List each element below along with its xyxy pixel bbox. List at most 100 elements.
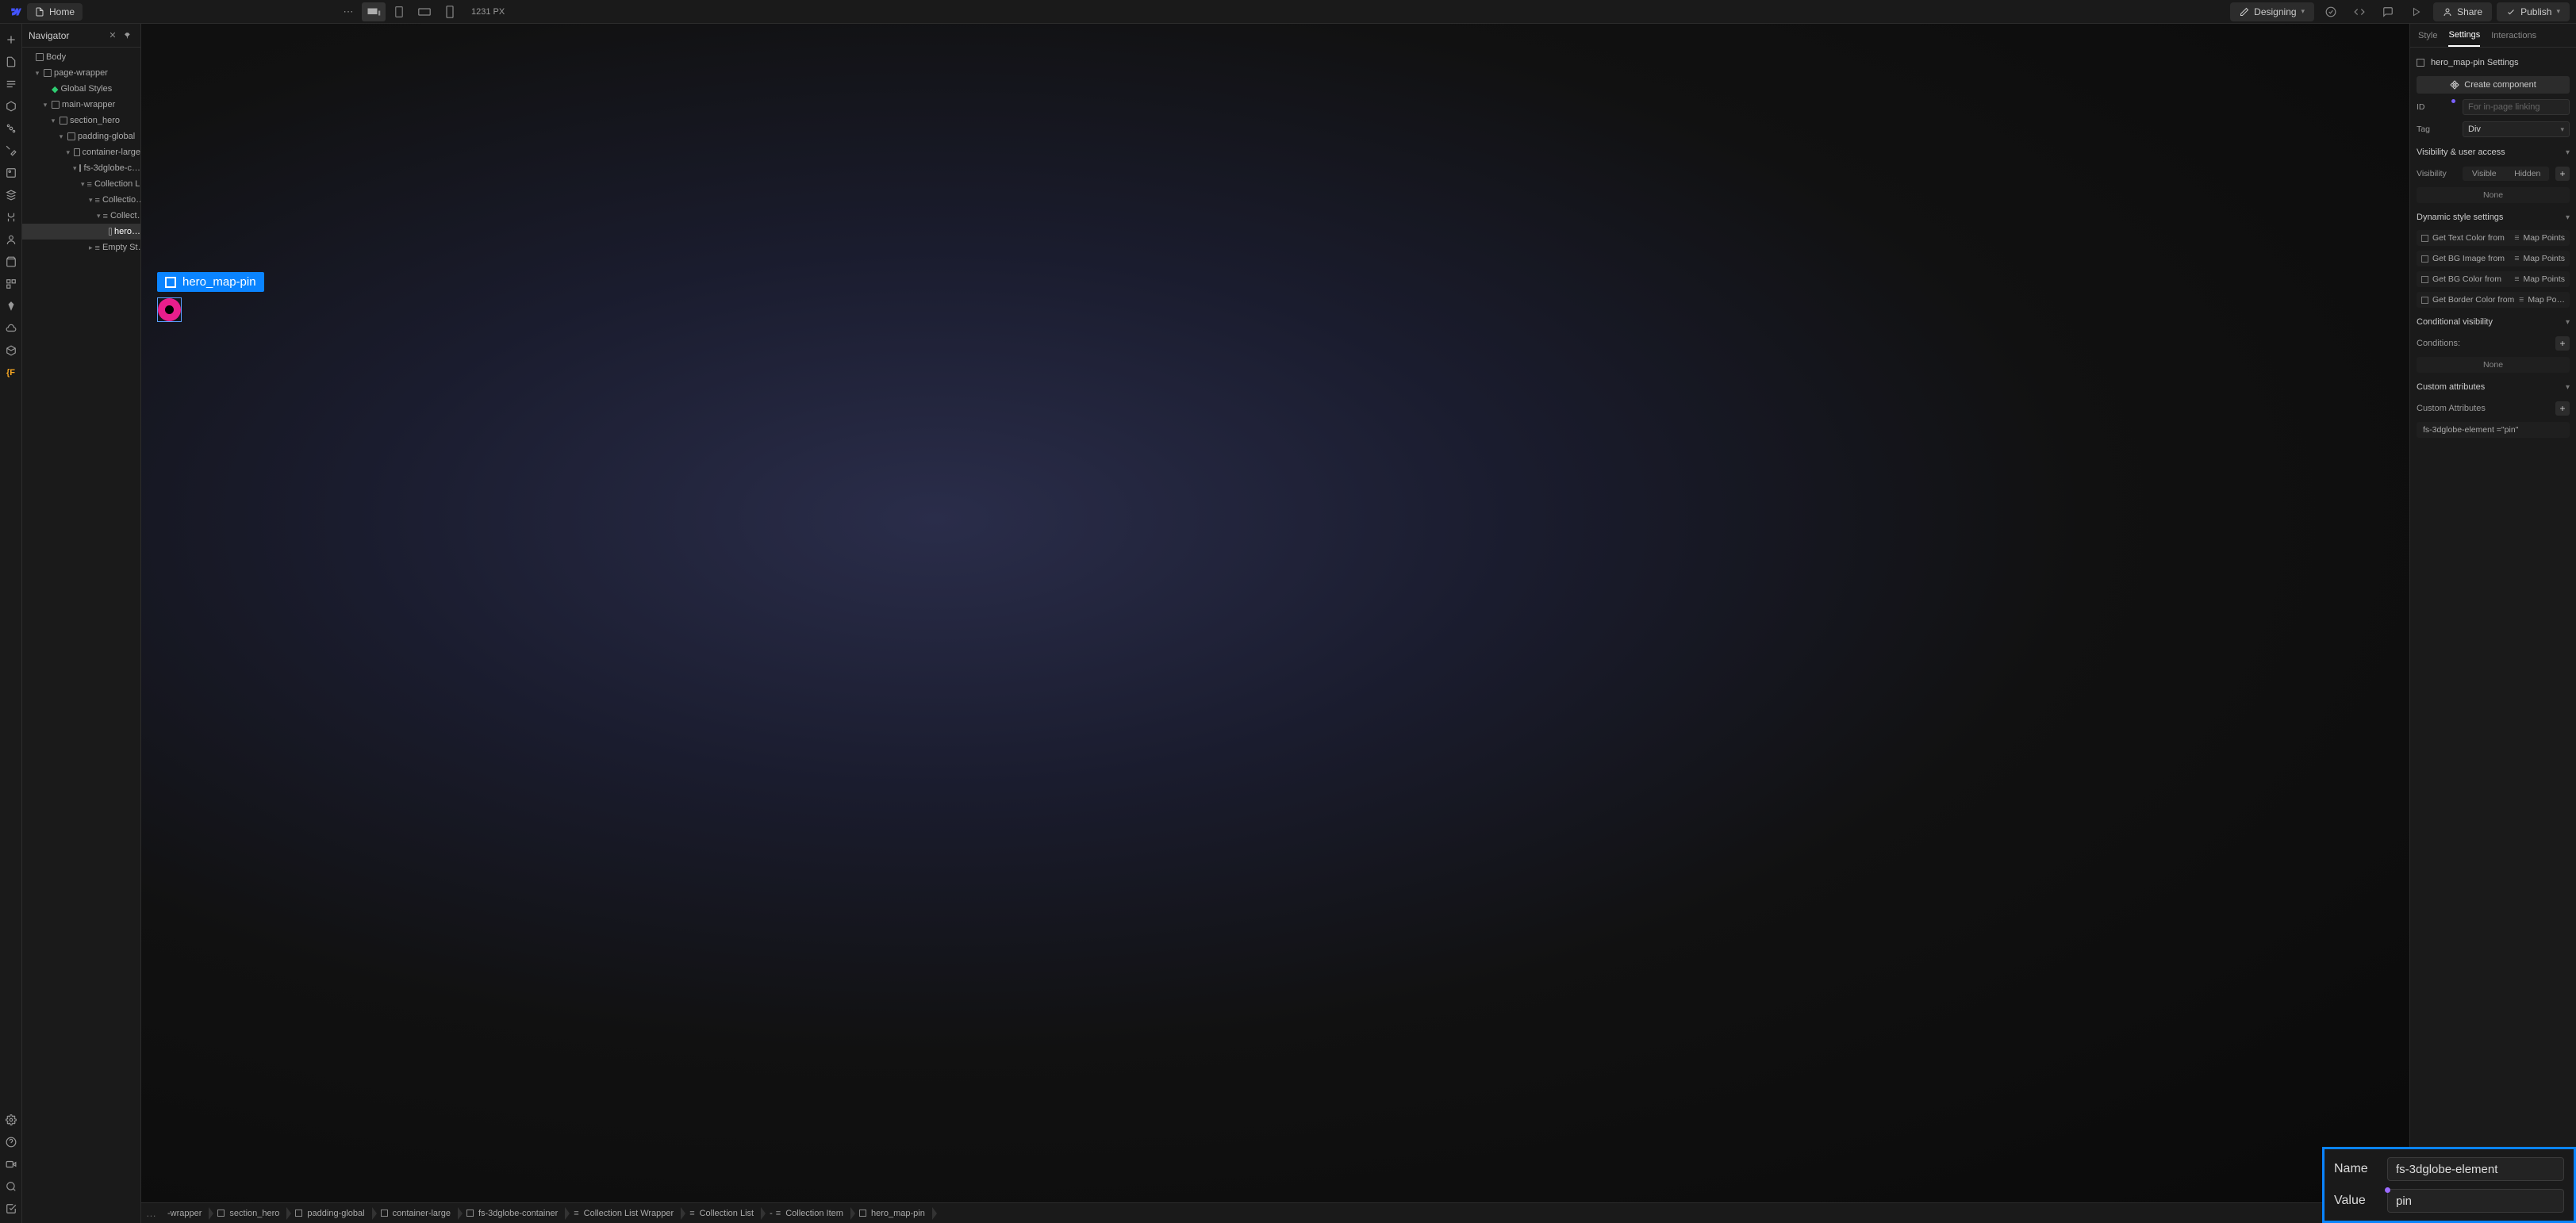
dynamic-bg-image-row[interactable]: Get BG Image from ≡ Map Points [2417,251,2570,266]
checkbox-icon[interactable] [2421,235,2428,242]
attr-value-input[interactable] [2387,1189,2564,1213]
breadcrumb-item[interactable]: -≡Collection Item [762,1206,851,1221]
chevron-icon[interactable]: ▾ [81,180,85,189]
visibility-visible[interactable]: Visible [2463,167,2506,181]
visibility-add-button[interactable]: + [2555,167,2570,181]
id-input[interactable] [2463,99,2570,115]
app-button-4[interactable] [2,341,21,360]
tree-row[interactable]: ▾≡Collection L… [22,176,140,192]
conditions-add-button[interactable]: + [2555,336,2570,351]
preview-button[interactable] [2405,2,2428,21]
hero-map-pin-element[interactable] [157,297,182,322]
more-menu-button[interactable]: ⋯ [336,2,360,21]
app-button-2[interactable] [2,297,21,316]
custom-attr-add-button[interactable]: + [2555,401,2570,416]
chevron-icon[interactable]: ▾ [73,164,77,173]
logic-button[interactable] [2,208,21,227]
tree-row[interactable]: ▾page-wrapper [22,65,140,81]
breadcrumb-item[interactable]: padding-global [287,1206,372,1221]
dynamic-bg-color-row[interactable]: Get BG Color from ≡ Map Points [2417,271,2570,287]
visibility-section-header[interactable]: Visibility & user access ▾ [2417,143,2570,160]
check-button[interactable] [2319,2,2343,21]
create-component-button[interactable]: Create component [2417,76,2570,94]
tree-row[interactable]: ▾≡Collectio… [22,192,140,208]
home-button[interactable]: Home [27,3,83,21]
breadcrumb-item[interactable]: -wrapper [159,1206,209,1221]
webflow-logo[interactable] [6,4,22,20]
custom-attr-item[interactable]: fs-3dglobe-element ="pin" [2417,422,2570,438]
search-button[interactable] [2,1177,21,1196]
breadcrumb-item[interactable]: ≡Collection List [681,1206,762,1221]
tab-settings[interactable]: Settings [2448,25,2480,47]
tree-row[interactable]: ▾section_hero [22,113,140,128]
canvas[interactable]: hero_map-pin [141,24,2409,1202]
tree-row[interactable]: ▸≡Empty St… [22,240,140,255]
chevron-icon[interactable]: ▸ [89,243,93,252]
breakpoint-base-button[interactable] [362,2,386,21]
chevron-icon[interactable]: ▾ [49,117,57,125]
users-button[interactable] [2,230,21,249]
dynamic-text-color-row[interactable]: Get Text Color from ≡ Map Points [2417,230,2570,246]
visibility-segmented[interactable]: Visible Hidden [2463,167,2549,181]
checkbox-icon[interactable] [2421,297,2428,304]
tree-row[interactable]: ▾≡Collect… [22,208,140,224]
tab-interactions[interactable]: Interactions [2491,25,2536,46]
mode-toggle-button[interactable]: Designing ▾ [2230,2,2314,21]
custom-attr-section-header[interactable]: Custom attributes ▾ [2417,378,2570,395]
settings-button[interactable] [2,1110,21,1129]
code-button[interactable] [2348,2,2371,21]
chevron-icon[interactable]: ▾ [57,132,65,141]
tree-row[interactable]: ▾fs-3dglobe-c… [22,160,140,176]
app-button-3[interactable] [2,319,21,338]
tree-row[interactable]: ◆Global Styles [22,81,140,97]
breakpoint-landscape-button[interactable] [413,2,436,21]
breakpoint-tablet-button[interactable] [387,2,411,21]
dynamic-border-color-row[interactable]: Get Border Color from ≡ Map Po… [2417,292,2570,308]
tab-style[interactable]: Style [2418,25,2437,46]
breadcrumb-item[interactable]: container-large [373,1206,459,1221]
help-button[interactable] [2,1133,21,1152]
navigator-close-button[interactable]: ✕ [106,29,120,43]
conditional-section-header[interactable]: Conditional visibility ▾ [2417,312,2570,330]
publish-button[interactable]: Publish ▾ [2497,2,2570,21]
video-button[interactable] [2,1155,21,1174]
breadcrumb-item[interactable]: section_hero [209,1206,287,1221]
breadcrumb-item[interactable]: ≡Collection List Wrapper [566,1206,681,1221]
chevron-icon[interactable]: ▾ [65,148,71,157]
chevron-icon[interactable]: ▾ [97,212,101,220]
components-button[interactable] [2,97,21,116]
pages-button[interactable] [2,52,21,71]
checkbox-icon[interactable] [2421,255,2428,263]
variables-button[interactable] [2,119,21,138]
chevron-icon[interactable]: ▾ [89,196,93,205]
breakpoint-portrait-button[interactable] [438,2,462,21]
chevron-icon[interactable]: ▾ [33,69,41,78]
navigator-tree[interactable]: Body▾page-wrapper◆Global Styles▾main-wra… [22,48,140,1223]
attr-name-input[interactable] [2387,1157,2564,1181]
tree-row[interactable]: ▾container-large [22,144,140,160]
tree-row[interactable]: ▾padding-global [22,128,140,144]
comment-button[interactable] [2376,2,2400,21]
apps-button[interactable] [2,274,21,293]
checkbox-icon[interactable] [2421,276,2428,283]
tag-select[interactable]: Div ▾ [2463,121,2570,137]
dynamic-section-header[interactable]: Dynamic style settings ▾ [2417,208,2570,225]
audit-button[interactable] [2,1199,21,1218]
cms-button[interactable] [2,186,21,205]
chevron-icon[interactable]: ▾ [41,101,49,109]
finsweet-button[interactable]: {F [2,363,21,382]
add-elements-button[interactable] [2,30,21,49]
style-selectors-button[interactable] [2,141,21,160]
tree-row[interactable]: Body [22,49,140,65]
breadcrumb-item[interactable]: fs-3dglobe-container [459,1206,566,1221]
breadcrumb-item[interactable]: hero_map-pin [851,1206,933,1221]
more-icon: ⋯ [344,6,354,18]
assets-button[interactable] [2,163,21,182]
tree-row[interactable]: ▾main-wrapper [22,97,140,113]
navigator-pin-button[interactable] [120,29,134,43]
visibility-hidden[interactable]: Hidden [2506,167,2550,181]
ecommerce-button[interactable] [2,252,21,271]
navigator-button[interactable] [2,75,21,94]
share-button[interactable]: Share [2433,2,2492,21]
tree-row[interactable]: hero… [22,224,140,240]
